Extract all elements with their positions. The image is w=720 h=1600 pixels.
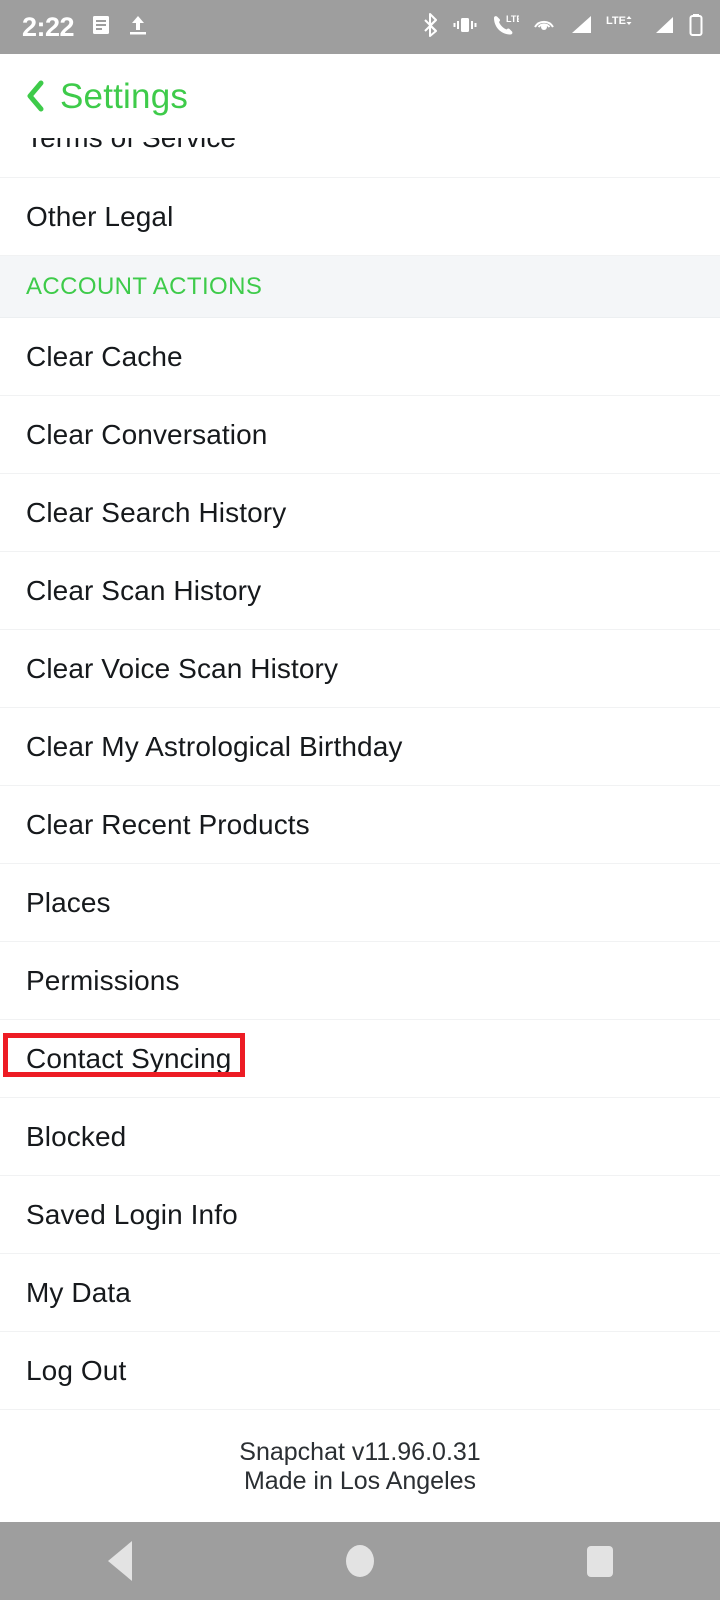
list-item-label: Clear Recent Products <box>26 808 310 840</box>
list-item-label: Clear Scan History <box>26 574 262 606</box>
list-item-label: Saved Login Info <box>26 1198 238 1230</box>
made-in-text: Made in Los Angeles <box>243 1466 477 1495</box>
nav-home-button[interactable] <box>240 1545 480 1577</box>
home-circle-icon <box>346 1545 374 1577</box>
svg-text:LTE: LTE <box>506 14 519 24</box>
list-item-places[interactable]: Places <box>0 864 720 942</box>
system-navigation-bar <box>0 1522 720 1600</box>
battery-icon <box>688 13 704 42</box>
chevron-left-icon[interactable] <box>22 79 48 113</box>
signal-bars-2-icon <box>653 14 675 41</box>
list-item-clear-my-astrological-birthday[interactable]: Clear My Astrological Birthday <box>0 708 720 786</box>
status-clock: 2:22 <box>22 11 75 42</box>
bluetooth-icon <box>423 12 439 42</box>
page-title: Settings <box>60 76 189 116</box>
svg-text:LTE: LTE <box>606 15 626 27</box>
list-item-label: Contact Syncing <box>26 1042 232 1074</box>
list-item-label: Terms of Service <box>26 138 236 152</box>
phone-screen: 2:22 LTE LTE <box>0 0 720 1600</box>
list-item-label: Places <box>26 886 111 918</box>
list-item-clear-conversation[interactable]: Clear Conversation <box>0 396 720 474</box>
list-item-label: Log Out <box>26 1354 127 1386</box>
back-triangle-icon <box>108 1541 132 1581</box>
section-header-label: ACCOUNT ACTIONS <box>26 272 263 300</box>
lte-data-icon: LTE <box>606 14 640 41</box>
app-header: Settings <box>0 54 720 138</box>
hotspot-icon <box>532 13 556 42</box>
section-header-account-actions: ACCOUNT ACTIONS <box>0 256 720 318</box>
notes-icon <box>90 14 112 41</box>
list-item-label: Permissions <box>26 964 180 996</box>
vibrate-icon <box>452 14 478 41</box>
status-bar-left: 2:22 <box>22 11 148 42</box>
upload-icon <box>128 14 148 41</box>
app-version-text: Snapchat v11.96.0.31 <box>239 1438 481 1466</box>
list-item-other-legal[interactable]: Other Legal <box>0 178 720 256</box>
list-item-my-data[interactable]: My Data <box>0 1254 720 1332</box>
list-item-label: Clear Search History <box>26 496 287 528</box>
list-item-permissions[interactable]: Permissions <box>0 942 720 1020</box>
volte-call-icon: LTE <box>491 13 522 42</box>
signal-bars-icon <box>569 14 593 41</box>
list-item-clear-recent-products[interactable]: Clear Recent Products <box>0 786 720 864</box>
list-item-clear-voice-scan-history[interactable]: Clear Voice Scan History <box>0 630 720 708</box>
nav-recents-button[interactable] <box>480 1545 720 1577</box>
list-item-clear-cache[interactable]: Clear Cache <box>0 318 720 396</box>
list-item-label: Clear My Astrological Birthday <box>26 730 403 762</box>
list-item-terms-of-service[interactable]: Terms of Service <box>0 138 720 178</box>
list-item-log-out[interactable]: Log Out <box>0 1332 720 1410</box>
list-item-label: Clear Voice Scan History <box>26 652 339 684</box>
list-item-contact-syncing[interactable]: Contact Syncing <box>0 1020 720 1098</box>
recents-square-icon <box>587 1545 613 1577</box>
list-item-label: Other Legal <box>26 200 174 232</box>
status-bar-right: LTE LTE <box>423 12 704 42</box>
list-item-label: Clear Conversation <box>26 418 268 450</box>
nav-back-button[interactable] <box>0 1541 240 1581</box>
app-footer: Snapchat v11.96.0.31 Made in Los Angeles <box>0 1410 720 1496</box>
list-item-clear-search-history[interactable]: Clear Search History <box>0 474 720 552</box>
list-item-saved-login-info[interactable]: Saved Login Info <box>0 1176 720 1254</box>
list-item-clear-scan-history[interactable]: Clear Scan History <box>0 552 720 630</box>
settings-list[interactable]: Terms of Service Other Legal ACCOUNT ACT… <box>0 138 720 1522</box>
list-item-label: My Data <box>26 1276 131 1308</box>
status-bar: 2:22 LTE LTE <box>0 0 720 54</box>
list-item-blocked[interactable]: Blocked <box>0 1098 720 1176</box>
list-item-label: Clear Cache <box>26 340 183 372</box>
list-item-label: Blocked <box>26 1120 127 1152</box>
